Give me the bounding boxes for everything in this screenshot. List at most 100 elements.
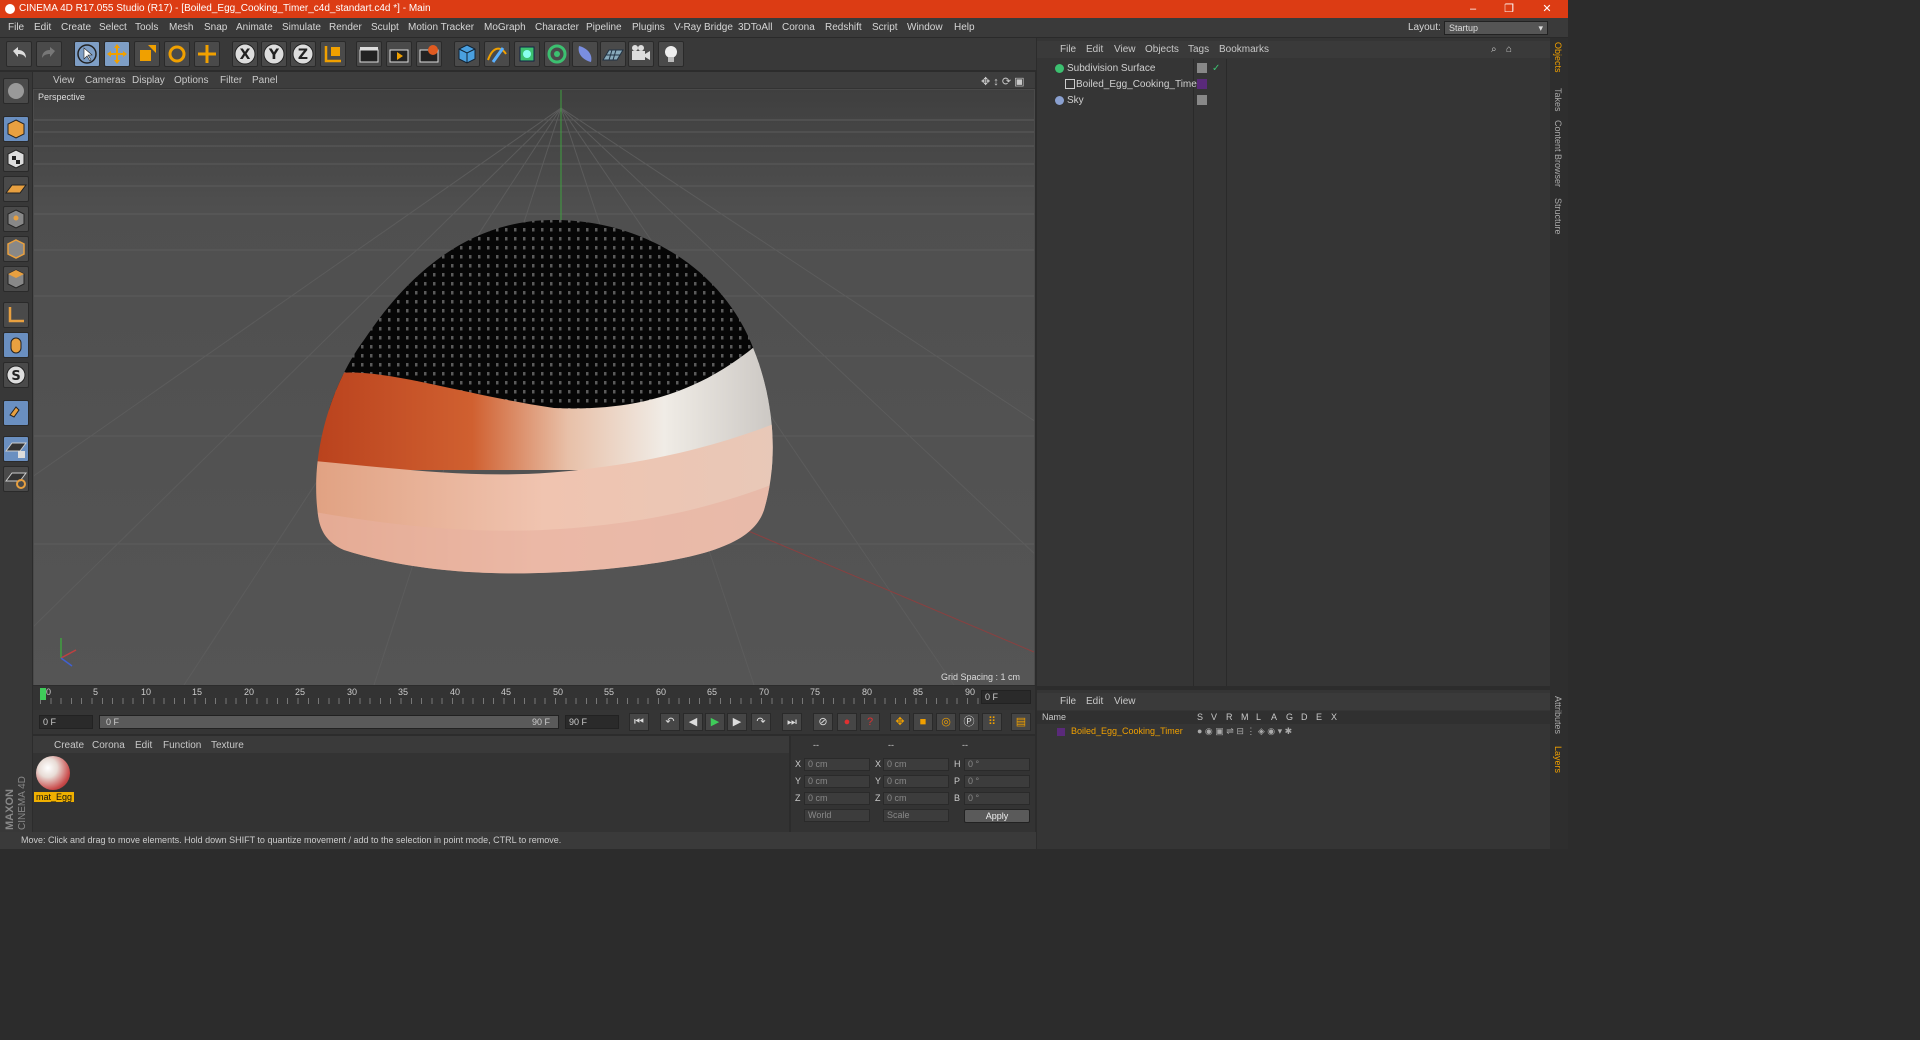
last-tool-button[interactable] <box>194 41 220 67</box>
object-name[interactable]: Sky <box>1067 93 1084 108</box>
menu-simulate[interactable]: Simulate <box>282 22 321 33</box>
timeline-window-button[interactable]: ▤ <box>1011 713 1031 731</box>
checkmark-icon[interactable]: ✓ <box>1212 61 1220 76</box>
visibility-toggle[interactable] <box>1197 63 1207 73</box>
menu-animate[interactable]: Animate <box>236 22 273 33</box>
add-nurbs-button[interactable] <box>514 41 540 67</box>
frame-range-slider[interactable]: 0 F 90 F <box>99 715 559 729</box>
snap-button[interactable]: S <box>3 362 29 388</box>
scene-view[interactable] <box>34 90 1034 685</box>
apply-button[interactable]: Apply <box>964 809 1030 823</box>
object-name[interactable]: Boiled_Egg_Cooking_Timer <box>1076 77 1200 92</box>
viewport-menu-cameras[interactable]: Cameras <box>85 75 126 86</box>
size-x-field[interactable]: 0 cm <box>883 758 949 771</box>
object-menu-bookmarks[interactable]: Bookmarks <box>1219 44 1269 55</box>
motion-record-button[interactable]: ⊘ <box>813 713 833 731</box>
menu-redshift[interactable]: Redshift <box>825 22 862 33</box>
menu-corona[interactable]: Corona <box>782 22 815 33</box>
timeline-ruler[interactable]: 0 5 10 15 20 25 30 35 40 45 50 55 60 65 … <box>33 686 1035 710</box>
layer-color-swatch[interactable] <box>1057 728 1065 736</box>
layer-menu-file[interactable]: File <box>1060 696 1076 707</box>
menu-create[interactable]: Create <box>61 22 91 33</box>
x-axis-button[interactable]: X <box>232 41 258 67</box>
object-menu-file[interactable]: File <box>1060 44 1076 55</box>
render-settings-button[interactable] <box>416 41 442 67</box>
viewport-menu-panel[interactable]: Panel <box>252 75 278 86</box>
search-icon[interactable]: ⌕ <box>1491 44 1497 55</box>
object-row[interactable]: Sky <box>1041 93 1546 108</box>
menu-vray-bridge[interactable]: V-Ray Bridge <box>674 22 733 33</box>
add-camera-button[interactable] <box>628 41 654 67</box>
object-menu-tags[interactable]: Tags <box>1188 44 1209 55</box>
object-name[interactable]: Subdivision Surface <box>1067 61 1155 76</box>
menu-character[interactable]: Character <box>535 22 579 33</box>
size-mode-dropdown[interactable]: Scale <box>883 809 949 822</box>
layer-row[interactable]: Boiled_Egg_Cooking_Timer ● ◉ ▣ ⇌ ⊟ ⋮ ◈ ◉… <box>1037 725 1550 738</box>
add-floor-button[interactable] <box>600 41 626 67</box>
play-button[interactable]: ▶ <box>705 713 725 731</box>
axis-mode-button[interactable] <box>3 302 29 328</box>
material-swatch[interactable] <box>36 756 70 790</box>
prev-frame-button[interactable]: ◀ <box>683 713 703 731</box>
material-menu-corona[interactable]: Corona <box>92 740 125 751</box>
viewport-menu-filter[interactable]: Filter <box>220 75 242 86</box>
menu-3dtoall[interactable]: 3DToAll <box>738 22 772 33</box>
menu-mograph[interactable]: MoGraph <box>484 22 526 33</box>
menu-motion-tracker[interactable]: Motion Tracker <box>408 22 474 33</box>
home-icon[interactable]: ⌂ <box>1506 44 1512 55</box>
layer-menu-view[interactable]: View <box>1114 696 1136 707</box>
magnet-button[interactable] <box>3 400 29 426</box>
scale-tool-button[interactable] <box>134 41 160 67</box>
tweak-mode-button[interactable] <box>3 332 29 358</box>
maximize-button[interactable]: ❐ <box>1494 0 1524 18</box>
viewport-menu-display[interactable]: Display <box>132 75 165 86</box>
key-scale-button[interactable]: ■ <box>913 713 933 731</box>
close-button[interactable]: ✕ <box>1532 0 1562 18</box>
tab-objects[interactable]: Objects <box>1553 42 1563 73</box>
object-menu-view[interactable]: View <box>1114 44 1136 55</box>
layout-dropdown[interactable]: Startup ▾ <box>1444 21 1548 35</box>
menu-help[interactable]: Help <box>954 22 975 33</box>
add-light-button[interactable] <box>658 41 684 67</box>
y-axis-button[interactable]: Y <box>261 41 287 67</box>
material-menu-texture[interactable]: Texture <box>211 740 244 751</box>
pos-y-field[interactable]: 0 cm <box>804 775 870 788</box>
visibility-toggle[interactable] <box>1197 95 1207 105</box>
layer-name[interactable]: Boiled_Egg_Cooking_Timer <box>1071 725 1183 738</box>
viewport-canvas[interactable]: Perspective Grid Spacing : 1 cm <box>34 90 1034 685</box>
menu-select[interactable]: Select <box>99 22 127 33</box>
object-row[interactable]: Subdivision Surface ✓ <box>1041 61 1546 76</box>
rot-b-field[interactable]: 0 ° <box>964 792 1030 805</box>
key-param-button[interactable]: Ⓟ <box>959 713 979 731</box>
next-frame-button[interactable]: ▶ <box>727 713 747 731</box>
menu-script[interactable]: Script <box>872 22 898 33</box>
add-deformer-button[interactable] <box>572 41 598 67</box>
key-pla-button[interactable]: ⠿ <box>982 713 1002 731</box>
polygons-mode-button[interactable] <box>3 266 29 292</box>
menu-window[interactable]: Window <box>907 22 943 33</box>
live-selection-button[interactable] <box>74 41 100 67</box>
model-mode-button[interactable] <box>3 116 29 142</box>
menu-tools[interactable]: Tools <box>135 22 158 33</box>
menu-plugins[interactable]: Plugins <box>632 22 665 33</box>
menu-edit[interactable]: Edit <box>34 22 51 33</box>
texture-mode-button[interactable] <box>3 146 29 172</box>
frame-ruler[interactable]: 0 5 10 15 20 25 30 35 40 45 50 55 60 65 … <box>40 686 980 708</box>
redo-button[interactable] <box>36 41 62 67</box>
add-array-button[interactable] <box>544 41 570 67</box>
undo-button[interactable] <box>6 41 32 67</box>
size-z-field[interactable]: 0 cm <box>883 792 949 805</box>
material-menu-create[interactable]: Create <box>54 740 84 751</box>
render-view-button[interactable] <box>356 41 382 67</box>
material-menu-edit[interactable]: Edit <box>135 740 152 751</box>
min-frame-field[interactable]: 0 F <box>39 715 93 729</box>
coordinate-system-button[interactable] <box>320 41 346 67</box>
size-y-field[interactable]: 0 cm <box>883 775 949 788</box>
go-to-end-button[interactable]: ⏭ <box>782 713 802 731</box>
tab-content-browser[interactable]: Content Browser <box>1553 120 1563 187</box>
add-spline-button[interactable] <box>484 41 510 67</box>
planar-workplane-button[interactable] <box>3 466 29 492</box>
render-picture-viewer-button[interactable] <box>386 41 412 67</box>
menu-snap[interactable]: Snap <box>204 22 227 33</box>
menu-mesh[interactable]: Mesh <box>169 22 193 33</box>
